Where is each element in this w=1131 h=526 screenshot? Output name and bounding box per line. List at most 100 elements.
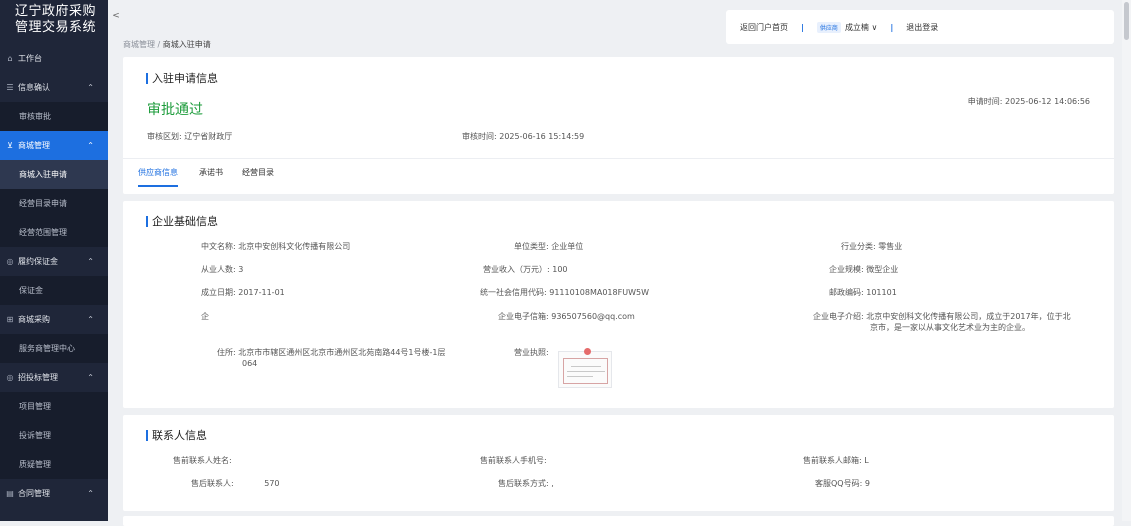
field-label: 企业电子介绍: [813, 312, 864, 321]
field-intro: 企业电子介绍: 北京中安创科文化传播有限公司，成立于2017年，位于北 京市，是… [813, 311, 1083, 333]
sidebar-group[interactable]: ⊞ 商城采购 ⌃ [0, 305, 108, 334]
logout-link[interactable]: 退出登录 [906, 22, 938, 33]
field-presale-email: 售前联系人邮箱: L [803, 455, 869, 466]
grid-icon: ⊞ [6, 315, 14, 324]
apply-time-label: 申请时间: [967, 97, 1003, 106]
field-revenue: 营业收入（万元）: 100 [483, 264, 568, 275]
field-label: 售前联系人姓名: [173, 456, 232, 465]
field-label: 客服QQ号码: [815, 479, 863, 488]
home-icon: ⌂ [7, 54, 13, 63]
sidebar-group-label: 合同管理 [18, 489, 50, 498]
field-value: 京市，是一家以从事文化艺术业为主的企业。 [870, 323, 1030, 332]
sidebar-item-workbench[interactable]: ⌂ 工作台 [0, 44, 108, 73]
sidebar-collapse-button[interactable]: < [111, 10, 121, 22]
sidebar-subitem[interactable]: 服务商管理中心 [0, 334, 108, 363]
field-value: 9 [864, 479, 870, 488]
sidebar-item-label: 工作台 [18, 54, 42, 63]
audit-time-value: 2025-06-16 15:14:59 [499, 132, 585, 141]
field-presale-phone: 售前联系人手机号: [480, 455, 547, 466]
field-value: 微型企业 [866, 265, 899, 274]
sidebar-subitem[interactable]: 经营目录申请 [0, 189, 108, 218]
section-title: 企业基础信息 [146, 213, 218, 229]
sidebar-group-label: 信息确认 [18, 83, 50, 92]
section-title: 联系人信息 [146, 427, 207, 443]
field-label: 企业电子信箱: [498, 312, 549, 321]
field-value: , [551, 479, 554, 488]
sidebar-group-label: 商城采购 [18, 315, 50, 324]
field-label: 售后联系人: [191, 479, 234, 488]
divider [123, 158, 1114, 159]
field-postcode: 邮政编码: 101101 [829, 287, 897, 298]
field-license: 营业执照: [514, 347, 549, 358]
sidebar-subitem[interactable]: 商城入驻申请 [0, 160, 108, 189]
sidebar-group[interactable]: ◎ 履约保证金 ⌃ [0, 247, 108, 276]
field-value: 北京中安创科文化传播有限公司 [238, 242, 351, 251]
field-value: 100 [552, 265, 568, 274]
field-label: 统一社会信用代码: [480, 288, 547, 297]
company-info-panel: 企业基础信息 中文名称: 北京中安创科文化传播有限公司 单位类型: 企业单位 行… [123, 201, 1114, 408]
field-employees: 从业人数: 3 [201, 264, 243, 275]
field-label: 中文名称: [201, 242, 236, 251]
field-label: 邮政编码: [829, 288, 864, 297]
contract-icon: ▤ [6, 489, 14, 498]
tab-supplier-info[interactable]: 供应商信息 [138, 167, 178, 187]
breadcrumb-current: 商城入驻申请 [162, 40, 211, 49]
chevron-up-icon: ⌃ [87, 373, 94, 382]
field-label: 售前联系人手机号: [480, 456, 547, 465]
tab-catalog[interactable]: 经营目录 [242, 167, 274, 187]
seal-icon [584, 348, 591, 355]
sidebar-group[interactable]: ▤ 合同管理 ⌃ [0, 479, 108, 508]
user-menu[interactable]: 成立楠 ∨ [845, 22, 877, 33]
contact-info-panel: 联系人信息 售前联系人姓名: 售前联系人手机号: 售前联系人邮箱: L 售后联系… [123, 415, 1114, 511]
field-name: 中文名称: 北京中安创科文化传播有限公司 [201, 241, 350, 252]
sidebar-group[interactable]: ☰ 信息确认 ⌃ [0, 73, 108, 102]
tab-commitment[interactable]: 承诺书 [199, 167, 223, 187]
role-badge: 供应商 [816, 21, 841, 33]
sidebar-subitem[interactable]: 项目管理 [0, 392, 108, 421]
sidebar-subitem[interactable]: 经营范围管理 [0, 218, 108, 247]
field-label: 售后联系方式: [498, 479, 549, 488]
field-value: 3 [238, 265, 244, 274]
field-presale-name: 售前联系人姓名: [173, 455, 232, 466]
sidebar-subitem[interactable]: 投诉管理 [0, 421, 108, 450]
sidebar-subitem[interactable]: 质疑管理 [0, 450, 108, 479]
field-value: 北京市市辖区通州区北京市通州区北苑南路44号1号楼-1层 [238, 348, 446, 357]
sidebar-group[interactable]: ◎ 招投标管理 ⌃ [0, 363, 108, 392]
field-label: 行业分类: [841, 242, 876, 251]
field-value: 064 [242, 359, 258, 368]
status-text: 审批通过 [147, 102, 203, 118]
apply-time-value: 2025-06-12 14:06:56 [1005, 97, 1090, 106]
sidebar-nav: ⌂ 工作台 ☰ 信息确认 ⌃ 审核审批 ⊻ 商城管理 ⌃ 商城入驻申请 经营目录申请 经营范围管理 ◎ 履… [0, 44, 108, 508]
apply-time: 申请时间: 2025-06-12 14:06:56 [968, 96, 1090, 107]
field-label: 成立日期: [201, 288, 236, 297]
field-value: 936507560@qq.com [551, 312, 635, 321]
audit-region-value: 辽宁省财政厅 [184, 132, 233, 141]
field-value: 北京中安创科文化传播有限公司，成立于2017年，位于北 [866, 312, 1071, 321]
field-qq: 客服QQ号码: 9 [815, 478, 870, 489]
field-aftersale-contact: 售后联系方式: , [498, 478, 554, 489]
breadcrumb-root[interactable]: 商城管理 [123, 40, 155, 49]
sidebar-subitem[interactable]: 审核审批 [0, 102, 108, 131]
field-founded: 成立日期: 2017-11-01 [201, 287, 285, 298]
license-text-line [567, 371, 605, 372]
field-value: 2017-11-01 [238, 288, 285, 297]
sidebar-subitem[interactable]: 保证金 [0, 276, 108, 305]
sidebar-group[interactable]: ⊻ 商城管理 ⌃ [0, 131, 108, 160]
chevron-up-icon: ⌃ [87, 141, 94, 150]
sidebar: 辽宁政府采购 管理交易系统 ⌂ 工作台 ☰ 信息确认 ⌃ 审核审批 ⊻ 商城管理 ⌃ 商城入驻申请… [0, 0, 108, 521]
chevron-up-icon: ⌃ [87, 83, 94, 92]
field-value: 零售业 [878, 242, 903, 251]
business-license-image[interactable] [558, 348, 612, 388]
home-link[interactable]: 返回门户首页 [740, 22, 788, 33]
money-icon: ◎ [6, 257, 14, 266]
chevron-up-icon: ⌃ [87, 489, 94, 498]
top-bar: 返回门户首页 | 供应商 成立楠 ∨ | 退出登录 [726, 10, 1114, 44]
field-label: 从业人数: [201, 265, 236, 274]
sidebar-group-label: 商城管理 [18, 141, 50, 150]
breadcrumb: 商城管理 / 商城入驻申请 [123, 39, 211, 50]
scrollbar[interactable] [1122, 0, 1131, 521]
topbar-separator: | [890, 22, 894, 32]
audit-time: 审核时间: 2025-06-16 15:14:59 [462, 131, 584, 142]
field-label: 企业规模: [829, 265, 864, 274]
field-credit-code: 统一社会信用代码: 91110108MA018FUW5W [480, 287, 649, 298]
